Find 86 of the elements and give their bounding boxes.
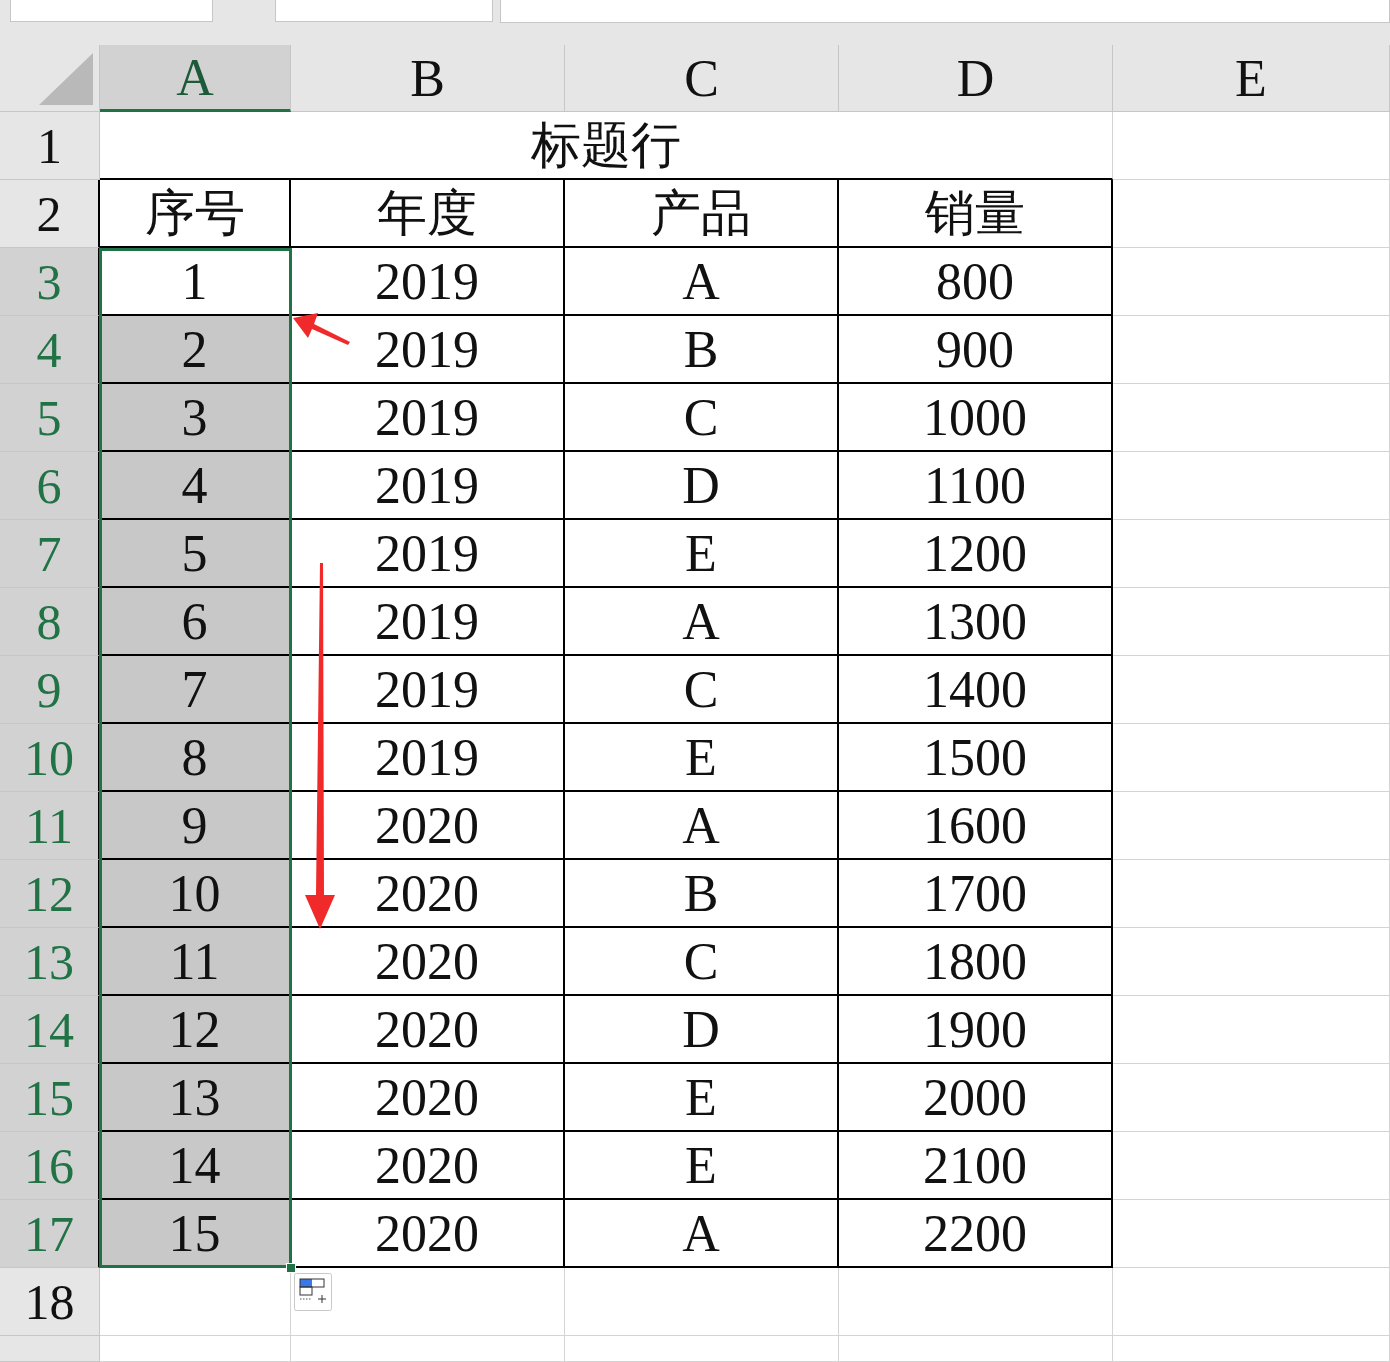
table-cell: 6 — [100, 588, 291, 656]
table-cell: 2020 — [291, 1132, 565, 1200]
table-cell: 2019 — [291, 384, 565, 452]
name-box[interactable] — [10, 0, 213, 22]
table-cell: B — [565, 316, 839, 384]
table-cell: 900 — [839, 316, 1113, 384]
table-cell: 1700 — [839, 860, 1113, 928]
paste-options-icon[interactable] — [294, 1273, 332, 1311]
table-cell: 1100 — [839, 452, 1113, 520]
table-cell: E — [565, 1132, 839, 1200]
table-cell: 1600 — [839, 792, 1113, 860]
column-header[interactable]: E — [1113, 45, 1390, 112]
table-cell: 2000 — [839, 1064, 1113, 1132]
row-header[interactable]: 7 — [0, 520, 100, 588]
table-cell: 2200 — [839, 1200, 1113, 1268]
header-cell: 销量 — [839, 180, 1113, 248]
table-cell: A — [565, 588, 839, 656]
row-header[interactable]: 3 — [0, 248, 100, 316]
table-cell: 1300 — [839, 588, 1113, 656]
table-cell: 2100 — [839, 1132, 1113, 1200]
row-header[interactable]: 9 — [0, 656, 100, 724]
table-cell: C — [565, 384, 839, 452]
table-cell: A — [565, 248, 839, 316]
table-cell: 11 — [100, 928, 291, 996]
table-cell: 2020 — [291, 1200, 565, 1268]
column-header[interactable]: A — [100, 45, 291, 112]
table-cell: 1400 — [839, 656, 1113, 724]
table-cell: 9 — [100, 792, 291, 860]
row-header[interactable]: 6 — [0, 452, 100, 520]
fill-handle[interactable] — [286, 1263, 296, 1273]
row-header[interactable]: 15 — [0, 1064, 100, 1132]
table-cell: B — [565, 860, 839, 928]
row-header[interactable]: 12 — [0, 860, 100, 928]
row-header[interactable]: 2 — [0, 180, 100, 248]
table-cell: 14 — [100, 1132, 291, 1200]
row-header[interactable]: 16 — [0, 1132, 100, 1200]
table-cell: E — [565, 1064, 839, 1132]
row-header[interactable]: 5 — [0, 384, 100, 452]
table-cell: 2020 — [291, 928, 565, 996]
table-cell: 3 — [100, 384, 291, 452]
table-cell: 1800 — [839, 928, 1113, 996]
row-header[interactable]: 8 — [0, 588, 100, 656]
title-cell: 标题行 — [100, 112, 1113, 180]
table-cell: 2 — [100, 316, 291, 384]
table-cell: C — [565, 928, 839, 996]
table-cell: 13 — [100, 1064, 291, 1132]
row-header[interactable]: 13 — [0, 928, 100, 996]
table-cell: D — [565, 452, 839, 520]
table-cell: 7 — [100, 656, 291, 724]
table-cell: 5 — [100, 520, 291, 588]
table-cell: 2020 — [291, 996, 565, 1064]
table-cell: 1200 — [839, 520, 1113, 588]
table-cell: 1000 — [839, 384, 1113, 452]
column-header[interactable]: C — [565, 45, 839, 112]
arrow-drawing — [293, 313, 350, 345]
row-header[interactable]: 10 — [0, 724, 100, 792]
row-header[interactable]: 18 — [0, 1268, 100, 1336]
table-cell: C — [565, 656, 839, 724]
row-header[interactable]: 14 — [0, 996, 100, 1064]
table-cell: A — [565, 1200, 839, 1268]
row-header[interactable]: 1 — [0, 112, 100, 180]
table-cell: 1900 — [839, 996, 1113, 1064]
table-cell: E — [565, 520, 839, 588]
table-cell: E — [565, 724, 839, 792]
row-header[interactable]: 17 — [0, 1200, 100, 1268]
table-cell: 12 — [100, 996, 291, 1064]
table-cell: 1500 — [839, 724, 1113, 792]
header-cell: 序号 — [100, 180, 291, 248]
table-cell: 4 — [100, 452, 291, 520]
table-cell: 800 — [839, 248, 1113, 316]
table-cell: 2019 — [291, 248, 565, 316]
table-cell: D — [565, 996, 839, 1064]
table-cell: 2019 — [291, 452, 565, 520]
table-cell: A — [565, 792, 839, 860]
table-cell: 15 — [100, 1200, 291, 1268]
select-all-icon[interactable] — [39, 53, 93, 105]
column-header[interactable]: B — [291, 45, 565, 112]
table-cell: 10 — [100, 860, 291, 928]
table-cell: 2020 — [291, 1064, 565, 1132]
row-header[interactable] — [0, 1336, 100, 1362]
column-header[interactable]: D — [839, 45, 1113, 112]
header-cell: 年度 — [291, 180, 565, 248]
row-header[interactable]: 11 — [0, 792, 100, 860]
row-header[interactable]: 4 — [0, 316, 100, 384]
table-cell: 8 — [100, 724, 291, 792]
header-cell: 产品 — [565, 180, 839, 248]
